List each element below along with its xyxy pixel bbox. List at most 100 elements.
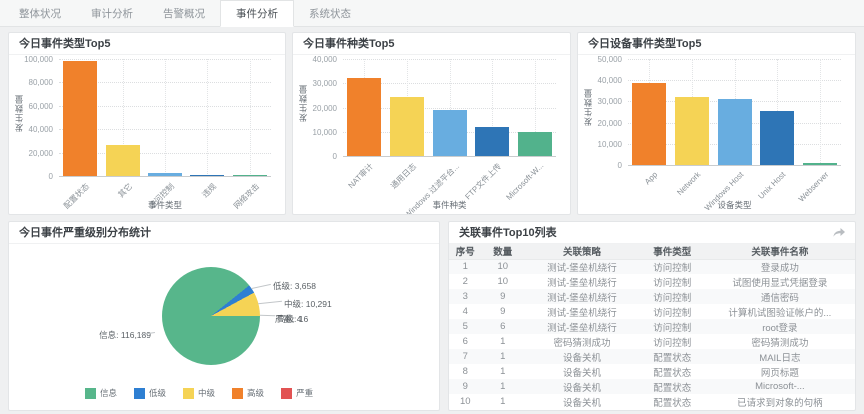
table-row: 61密码猜测成功访问控制密码猜测成功 xyxy=(449,334,855,349)
table-row: 91设备关机配置状态Microsoft-... xyxy=(449,379,855,394)
pie-label-1: 信息: 116,189 xyxy=(91,329,151,341)
table-cell: 1 xyxy=(481,364,524,379)
card-title-related-events: 关联事件Top10列表 xyxy=(449,222,855,244)
card-title-device-event-type-top5: 今日设备事件类型Top5 xyxy=(578,33,855,55)
bar-Microsoft-W...[interactable] xyxy=(518,132,552,156)
card-related-events-top10: 关联事件Top10列表 序号数量关联策略事件类型关联事件名称 110测试-堡垒机… xyxy=(448,221,856,411)
table-cell: 设备关机 xyxy=(524,379,640,394)
bar-Network[interactable] xyxy=(675,97,709,165)
column-header: 事件类型 xyxy=(640,244,705,259)
x-axis-name: 事件种类 xyxy=(343,199,556,211)
y-tick-label: 100,000 xyxy=(9,55,53,64)
table-cell: 1 xyxy=(481,379,524,394)
x-axis-name: 事件类型 xyxy=(59,199,271,211)
bar-Unix Host[interactable] xyxy=(760,111,794,165)
table-cell: 配置状态 xyxy=(640,394,705,409)
legend-item-1[interactable]: 信息 xyxy=(85,387,117,399)
legend-swatch xyxy=(183,388,194,399)
bar-Windows 过滤平台...[interactable] xyxy=(433,110,467,156)
bar-chart-event-type-top5[interactable]: 发生数量020,00040,00060,00080,000100,000配置状态… xyxy=(9,55,285,214)
card-device-event-type-top5: 今日设备事件类型Top5 发生数量010,00020,00030,00040,0… xyxy=(577,32,856,215)
x-category-label: NAT审计 xyxy=(346,161,376,191)
legend-item-2[interactable]: 低级 xyxy=(134,387,166,399)
table-row: 101设备关机配置状态已请求到对象的句柄 xyxy=(449,394,855,409)
table-cell: Microsoft-... xyxy=(705,379,855,394)
tab-event-analysis[interactable]: 事件分析 xyxy=(220,0,294,27)
y-tick-label: 30,000 xyxy=(293,79,337,88)
legend-swatch xyxy=(232,388,243,399)
table-cell: 测试-堡垒机绕行 xyxy=(524,304,640,319)
tab-alert-overview[interactable]: 告警概况 xyxy=(148,0,220,26)
x-axis-name: 设备类型 xyxy=(628,199,841,211)
x-axis-line xyxy=(343,156,556,157)
table-cell: 计算机试图验证帐户的... xyxy=(705,304,855,319)
legend-label: 中级 xyxy=(198,387,215,399)
table-row: 39测试-堡垒机绕行访问控制通信密码 xyxy=(449,289,855,304)
table-cell: 网页标题 xyxy=(705,364,855,379)
pie-leader-line xyxy=(260,315,275,317)
legend-item-5[interactable]: 严重 xyxy=(281,387,313,399)
y-tick-label: 20,000 xyxy=(578,119,622,128)
bar-NAT审计[interactable] xyxy=(347,78,381,156)
table-cell: 8 xyxy=(449,364,481,379)
legend-label: 高级 xyxy=(247,387,264,399)
table-cell: 3 xyxy=(449,289,481,304)
tab-audit-analysis[interactable]: 审计分析 xyxy=(76,0,148,26)
v-gridline xyxy=(207,59,208,176)
legend-item-4[interactable]: 高级 xyxy=(232,387,264,399)
bar-Webserver[interactable] xyxy=(803,163,837,165)
table-cell: root登录 xyxy=(705,319,855,334)
card-severity-distribution: 今日事件严重级别分布统计 信息: 116,189低级: 3,658中级: 10,… xyxy=(8,221,440,411)
v-gridline xyxy=(165,59,166,176)
table-cell: 密码猜测成功 xyxy=(705,334,855,349)
table-row: 81设备关机配置状态网页标题 xyxy=(449,364,855,379)
bar-其它[interactable] xyxy=(106,145,140,176)
table-cell: 访问控制 xyxy=(640,319,705,334)
x-axis-line xyxy=(59,176,271,177)
bar-App[interactable] xyxy=(632,83,666,165)
bar-chart-event-kind-top5[interactable]: 发生数量010,00020,00030,00040,000NAT审计通用日志Wi… xyxy=(293,55,570,214)
bar-访问控制[interactable] xyxy=(148,173,182,176)
column-header: 关联事件名称 xyxy=(705,244,855,259)
table-cell: 访问控制 xyxy=(640,259,705,274)
table-cell: 7 xyxy=(449,349,481,364)
y-tick-label: 30,000 xyxy=(578,97,622,106)
y-axis-name: 发生数量 xyxy=(297,84,309,122)
legend-swatch xyxy=(85,388,96,399)
table-cell: 1 xyxy=(481,349,524,364)
v-gridline xyxy=(820,59,821,165)
tab-overall-status[interactable]: 整体状况 xyxy=(4,0,76,26)
bar-违规[interactable] xyxy=(190,175,224,176)
bar-chart-device-event-type-top5[interactable]: 发生数量010,00020,00030,00040,00050,000AppNe… xyxy=(578,55,855,214)
legend-item-3[interactable]: 中级 xyxy=(183,387,215,399)
pie-chart-severity-distribution[interactable]: 信息: 116,189低级: 3,658中级: 10,291高级: 16严重: … xyxy=(9,244,439,410)
bar-Windows Host[interactable] xyxy=(718,99,752,165)
bar-配置状态[interactable] xyxy=(63,61,97,176)
tab-system-status[interactable]: 系统状态 xyxy=(294,0,366,26)
table-cell: 1 xyxy=(481,334,524,349)
table-cell: 2 xyxy=(449,274,481,289)
table-cell: 访问控制 xyxy=(640,304,705,319)
table-cell: 6 xyxy=(449,334,481,349)
column-header: 序号 xyxy=(449,244,481,259)
pie-severity[interactable] xyxy=(162,267,260,365)
share-arrow-icon[interactable] xyxy=(833,228,845,237)
table-row: 210测试-堡垒机绕行访问控制试图使用显式凭据登录 xyxy=(449,274,855,289)
pie-label-5: 严重: 4 xyxy=(275,313,301,325)
y-tick-label: 40,000 xyxy=(578,76,622,85)
bar-网络攻击[interactable] xyxy=(233,175,267,176)
table-cell: 6 xyxy=(481,319,524,334)
x-category-label: 违规 xyxy=(200,181,219,200)
table-row: 110测试-堡垒机绕行访问控制登录成功 xyxy=(449,259,855,274)
card-title-severity-distribution: 今日事件严重级别分布统计 xyxy=(9,222,439,244)
table-cell: 设备关机 xyxy=(524,349,640,364)
bar-通用日志[interactable] xyxy=(390,97,424,156)
table-cell: 访问控制 xyxy=(640,334,705,349)
y-tick-label: 10,000 xyxy=(578,140,622,149)
table-cell: 配置状态 xyxy=(640,349,705,364)
x-category-label: Unix Host xyxy=(757,170,788,201)
table-cell: 9 xyxy=(481,289,524,304)
table-cell: 登录成功 xyxy=(705,259,855,274)
related-events-title: 关联事件Top10列表 xyxy=(459,222,557,244)
bar-FTP文件上传[interactable] xyxy=(475,127,509,156)
